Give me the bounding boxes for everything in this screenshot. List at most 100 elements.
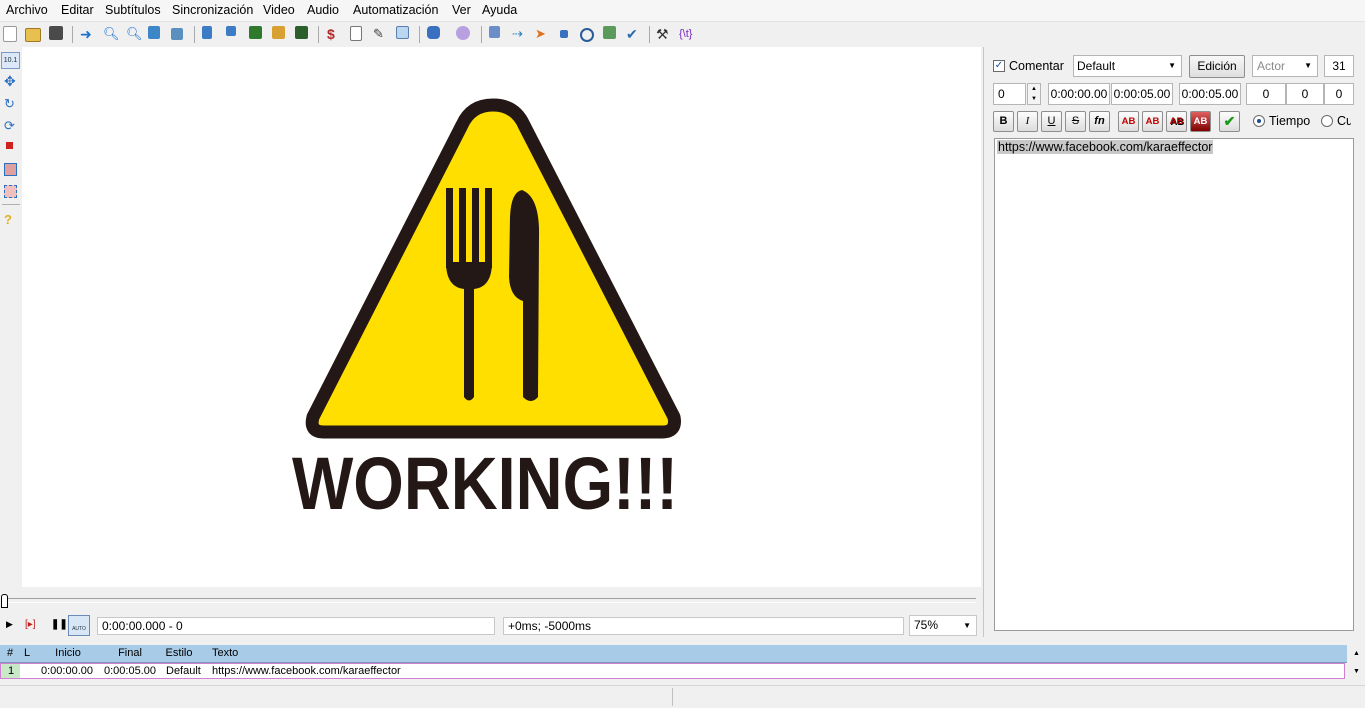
play-line-icon[interactable]: [▸] [25,619,36,630]
zoom-out-icon[interactable]: 🔍︎ [126,26,143,42]
actor-dropdown[interactable]: Actor ▼ [1252,55,1318,77]
strikeout-button[interactable]: S [1065,111,1086,132]
drag-tool-icon[interactable]: ✥ [4,74,17,88]
header-text[interactable]: Texto [212,645,238,662]
seek-slider[interactable] [4,598,976,603]
margin-vertical-field[interactable]: 0 [1324,83,1354,105]
margin-left-field[interactable]: 0 [1246,83,1286,105]
clipboard-icon[interactable] [350,26,362,41]
dollar-icon[interactable]: $ [327,26,343,42]
shadow-color-button[interactable]: AB [1190,111,1211,132]
seek-thumb[interactable] [1,594,8,608]
bold-button[interactable]: B [993,111,1014,132]
open-file-icon[interactable] [25,28,41,42]
zoom-dropdown[interactable]: 75% ▼ [909,615,977,636]
snap-icon[interactable] [148,26,160,39]
resample-icon[interactable] [603,26,616,39]
flag-blue-icon[interactable] [202,26,212,39]
menu-ver[interactable]: Ver [452,3,471,17]
film-dark-icon[interactable] [295,26,308,39]
primary-color-button[interactable]: AB [1118,111,1139,132]
standard-tool-icon[interactable]: 10.1 [1,52,20,69]
chevron-down-icon: ▼ [1304,61,1312,70]
help-icon[interactable]: ? [4,213,17,226]
status-bar [0,685,1365,708]
jump-icon[interactable]: ➜ [80,26,96,42]
underline-button[interactable]: U [1041,111,1062,132]
pen-icon[interactable]: ✎ [373,26,389,42]
arrow-icon[interactable]: ⇢ [512,26,528,42]
copy-icon[interactable] [396,26,409,39]
menu-archivo[interactable]: Archivo [6,3,48,17]
outline-color-button[interactable]: AB [1166,111,1187,132]
header-style[interactable]: Estilo [163,645,195,662]
film-orange-icon[interactable] [272,26,285,39]
edit-style-button[interactable]: Edición [1189,55,1245,78]
font-button[interactable]: fn [1089,111,1110,132]
menu-sincronizacion[interactable]: Sincronización [172,3,253,17]
new-file-icon[interactable] [3,26,17,42]
menu-editar[interactable]: Editar [61,3,94,17]
duration-field[interactable]: 0:00:05.00 [1179,83,1241,105]
row-number: 1 [8,665,15,677]
subtitle-text-editor[interactable]: https://www.facebook.com/karaeffector [994,138,1354,631]
avatar-icon[interactable] [456,26,470,40]
rotate-z-icon[interactable]: ↻ [4,97,17,110]
start-time-field[interactable]: 0:00:00.00 [1048,83,1110,105]
fish-icon[interactable]: ➤ [535,26,551,42]
time-radio[interactable] [1253,115,1265,127]
header-start[interactable]: Inicio [37,645,99,662]
radio-dot-icon [1257,119,1261,123]
tools-icon[interactable]: ⚒ [656,26,672,42]
check-icon[interactable]: ✔ [626,26,642,42]
scale-tool-icon[interactable] [6,142,13,149]
menu-subtitulos[interactable]: Subtítulos [105,3,161,17]
bucket-icon[interactable] [171,28,183,40]
pause-icon[interactable]: ❚❚ [51,619,68,630]
time-radio-label: Tiempo [1269,114,1311,128]
auto-scroll-icon[interactable]: AUTO [68,615,90,636]
menu-audio[interactable]: Audio [307,3,339,17]
style-dropdown[interactable]: Default ▼ [1073,55,1182,77]
rotate-xy-icon[interactable]: ⟳ [4,119,17,132]
zoom-value: 75% [914,618,939,632]
status-separator [672,688,673,706]
end-time-field[interactable]: 0:00:05.00 [1111,83,1173,105]
menu-bar: Archivo Editar Subtítulos Sincronización… [0,0,1365,22]
frames-radio[interactable] [1321,115,1333,127]
film-green-icon[interactable] [249,26,262,39]
clip-rect-icon[interactable] [4,163,17,176]
t-macro-icon[interactable]: {\t} [679,26,703,42]
menu-video[interactable]: Video [263,3,295,17]
header-number[interactable]: # [3,645,17,662]
clip-vector-icon[interactable] [4,185,17,198]
layer-spinner[interactable]: ▲ ▼ [1027,83,1041,105]
secondary-color-button[interactable]: AB [1142,111,1163,132]
toolbar-separator [419,26,420,43]
timer-icon[interactable] [580,28,594,42]
stop-icon[interactable] [560,30,568,38]
grid-scrollbar[interactable]: ▲ ▼ [1348,645,1365,685]
commit-check-icon[interactable]: ✔ [1219,111,1240,132]
comment-checkbox[interactable]: ✓ [993,60,1005,72]
zoom-in-icon[interactable]: 🔍︎ [103,26,120,42]
menu-automatizacion[interactable]: Automatización [353,3,438,17]
flag-icon[interactable] [226,26,236,36]
toolbar-separator [194,26,195,43]
menu-ayuda[interactable]: Ayuda [482,3,517,17]
tools-separator [2,204,20,205]
effect-field[interactable]: 31 [1324,55,1354,77]
italic-button[interactable]: I [1017,111,1038,132]
puzzle-icon[interactable] [427,26,440,39]
layer-value: 0 [998,87,1005,101]
style-value: Default [1077,59,1116,73]
header-layer[interactable]: L [19,645,35,662]
play-icon[interactable]: ▶ [6,619,13,630]
margin-right-field[interactable]: 0 [1286,83,1324,105]
video-display[interactable]: WORKING!!! [22,47,981,587]
table-row[interactable] [0,663,1345,679]
header-end[interactable]: Final [100,645,160,662]
insert-icon[interactable] [489,26,500,38]
save-icon[interactable] [49,26,63,40]
layer-field[interactable]: 0 [993,83,1026,105]
